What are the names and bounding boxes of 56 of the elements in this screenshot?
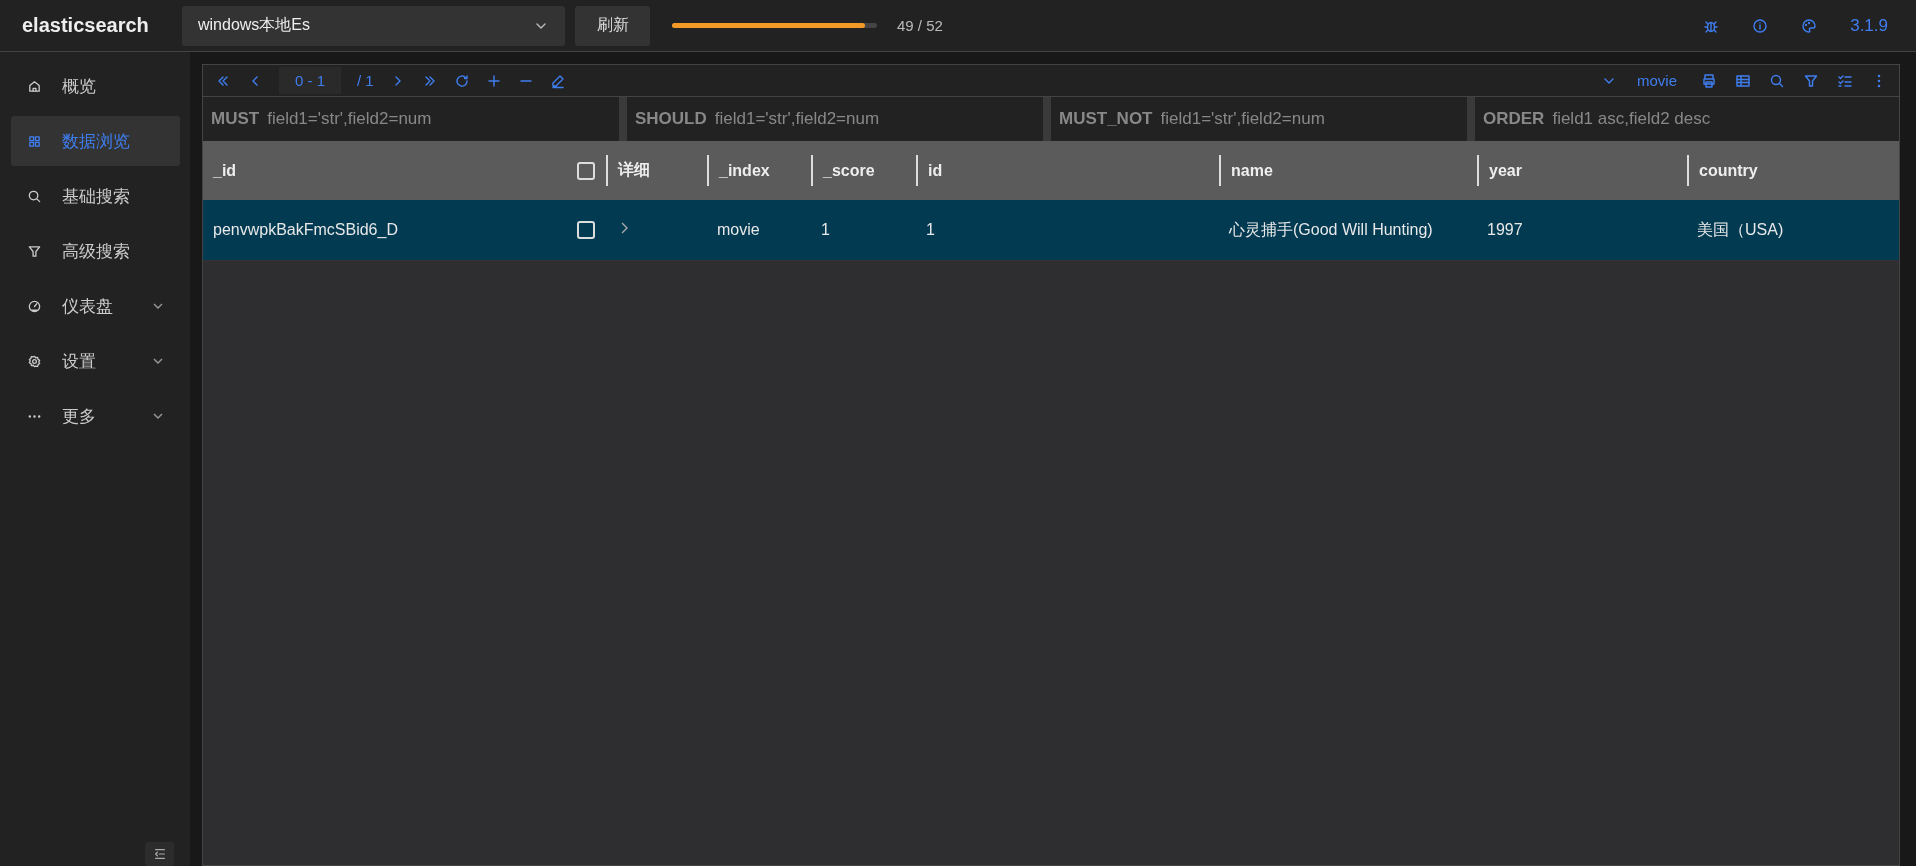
version-label: 3.1.9 (1850, 15, 1888, 36)
progress-reading: 49 / 52 (897, 17, 943, 34)
grid-icon[interactable] (27, 133, 42, 149)
connection-select[interactable]: windows本地Es (182, 5, 565, 46)
query-label: ORDER (1483, 109, 1545, 129)
column-header[interactable]: _id (203, 155, 566, 186)
query-input[interactable]: field1 asc,field2 desc (1550, 108, 1899, 130)
table-icon[interactable] (1735, 72, 1751, 89)
query-label: SHOULD (635, 109, 707, 129)
table-cell-text: 1997 (1486, 220, 1524, 240)
query-label: MUST_NOT (1059, 109, 1153, 129)
page-total: / 1 (357, 72, 374, 89)
sidebar-item[interactable]: 概览 (11, 61, 180, 111)
sidebar-item[interactable]: 数据浏览 (11, 116, 180, 166)
query-input[interactable]: field1='str',field2=num (1158, 108, 1467, 130)
table-cell-text: movie (716, 220, 761, 240)
table-cell-text: penvwpkBakFmcSBid6_D (212, 220, 399, 240)
index-select[interactable]: movie (1601, 72, 1677, 89)
column-header[interactable]: year (1477, 155, 1687, 186)
column-header[interactable]: 详细 (606, 155, 707, 186)
query-label: MUST (211, 109, 260, 129)
select-all-checkbox[interactable] (577, 161, 595, 180)
query-input[interactable]: field1='str',field2=num (265, 108, 619, 130)
info-icon[interactable] (1752, 17, 1769, 34)
row-checkbox[interactable] (577, 221, 595, 239)
page-range-field[interactable]: 0 - 1 (279, 67, 341, 94)
column-header[interactable]: _index (707, 155, 811, 186)
column-header[interactable]: id (916, 155, 1219, 186)
collapse-sidebar-button[interactable] (145, 842, 174, 866)
query-input[interactable]: field1='str',field2=num (712, 108, 1043, 130)
column-header[interactable]: _score (811, 155, 916, 186)
settings-icon[interactable] (27, 353, 42, 369)
sidebar-item[interactable]: 高级搜索 (11, 226, 180, 276)
table-cell-text: 1 (820, 220, 831, 240)
refresh-icon[interactable] (453, 72, 470, 89)
sidebar-item[interactable]: 设置 (11, 336, 180, 386)
home-icon[interactable] (27, 78, 42, 94)
filter-icon[interactable] (27, 243, 42, 259)
table-cell-text: 美国（USA) (1696, 219, 1785, 240)
refresh-button[interactable]: 刷新 (575, 5, 650, 46)
gauge-icon[interactable] (27, 298, 42, 314)
print-icon[interactable] (1701, 72, 1717, 89)
sidebar-item[interactable]: 基础搜索 (11, 171, 180, 221)
add-icon[interactable] (485, 72, 502, 89)
table-cell-text: 1 (925, 220, 936, 240)
column-header[interactable]: name (1219, 155, 1477, 186)
filter-icon[interactable] (1803, 72, 1819, 89)
sidebar-item[interactable]: 仪表盘 (11, 281, 180, 331)
search-icon[interactable] (1769, 72, 1785, 89)
table-cell-text: 心灵捕手(Good Will Hunting) (1228, 219, 1434, 240)
outdent-icon[interactable] (152, 847, 167, 861)
palette-icon[interactable] (1801, 17, 1818, 34)
search-icon[interactable] (27, 188, 42, 204)
sidebar-item[interactable]: 更多 (11, 391, 180, 441)
column-header[interactable]: country (1687, 155, 1899, 186)
app-logo: elasticsearch (22, 14, 150, 37)
